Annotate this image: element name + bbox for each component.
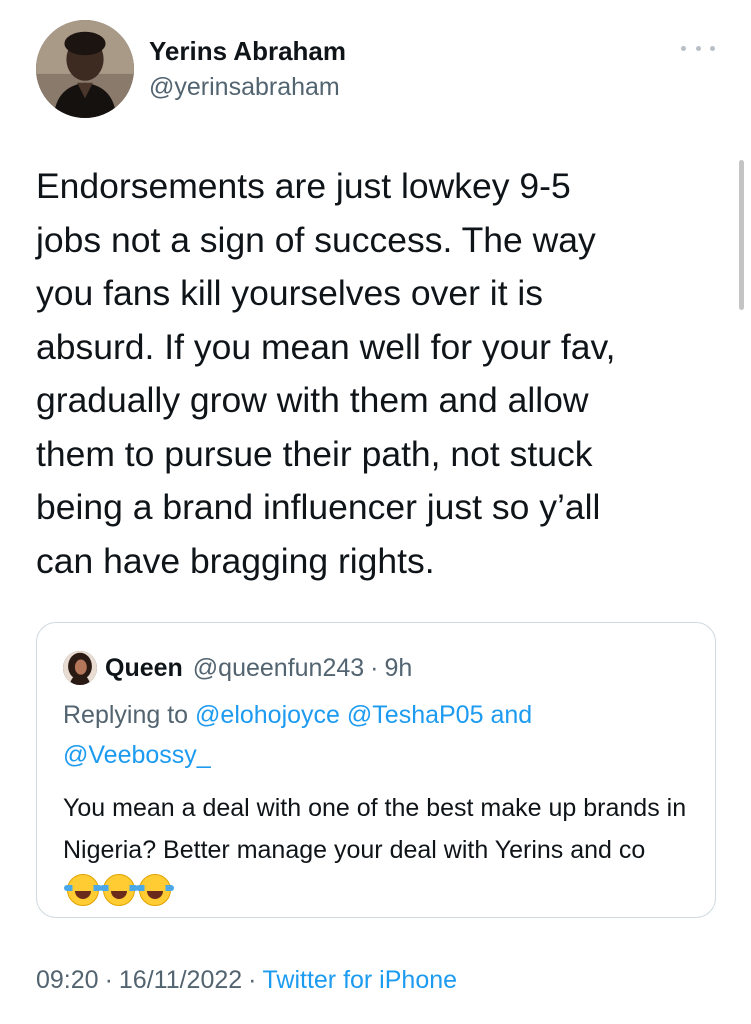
tweet-meta: 09:20 · 16/11/2022 · Twitter for iPhone — [36, 966, 457, 995]
reply-mention-teshap05[interactable]: @TeshaP05 — [347, 701, 484, 729]
face-with-tears-of-joy-icon — [136, 874, 174, 906]
reply-mention-elohojoyce[interactable]: @elohojoyce — [195, 701, 340, 729]
author-avatar[interactable] — [36, 20, 134, 118]
replying-to-label: Replying to — [63, 701, 189, 729]
emoji-group — [64, 874, 175, 906]
face-with-tears-of-joy-icon — [64, 874, 102, 906]
face-with-tears-of-joy-icon — [100, 874, 138, 906]
author-name[interactable]: Yerins Abraham — [149, 36, 346, 66]
quoted-tweet-text: You mean a deal with one of the best mak… — [63, 787, 703, 913]
more-dot — [710, 45, 715, 51]
tweet-time[interactable]: 09:20 — [36, 966, 99, 994]
reply-mention-veebossy[interactable]: @Veebossy_ — [63, 741, 211, 769]
user-avatar-image — [36, 20, 134, 118]
tweet-date[interactable]: 16/11/2022 — [119, 966, 242, 994]
quoted-author-name[interactable]: Queen — [105, 654, 183, 683]
author-handle[interactable]: @yerinsabraham — [149, 72, 340, 102]
more-icon[interactable] — [681, 38, 715, 58]
tweet-source[interactable]: Twitter for iPhone — [263, 966, 458, 994]
replying-to-line: Replying to @elohojoyce @TeshaP05 and — [63, 699, 532, 731]
more-dot — [695, 45, 701, 51]
separator-dot: · — [370, 653, 379, 682]
scrollbar[interactable] — [739, 160, 744, 310]
quoted-tweet-card[interactable]: Queen @queenfun243 · 9h Replying to @elo… — [36, 622, 716, 918]
reply-and-others[interactable]: and — [490, 701, 532, 729]
quoted-tweet-time[interactable]: 9h — [385, 654, 413, 683]
tweet-text: Endorsements are just lowkey 9-5 jobs no… — [36, 166, 616, 581]
quoted-tweet-body: You mean a deal with one of the best mak… — [63, 794, 687, 864]
quoted-author-handle[interactable]: @queenfun243 — [193, 654, 364, 683]
more-dot — [681, 45, 686, 51]
tweet-detail: Yerins Abraham @yerinsabraham Endorsemen… — [0, 0, 751, 1024]
separator-dot: · — [248, 966, 257, 994]
quoted-user-avatar-image — [63, 651, 97, 685]
separator-dot: · — [104, 966, 113, 994]
replying-to-line-2: @Veebossy_ — [63, 739, 211, 771]
quoted-tweet-header: Queen @queenfun243 · 9h — [63, 651, 412, 685]
quoted-author-avatar[interactable] — [63, 651, 97, 685]
